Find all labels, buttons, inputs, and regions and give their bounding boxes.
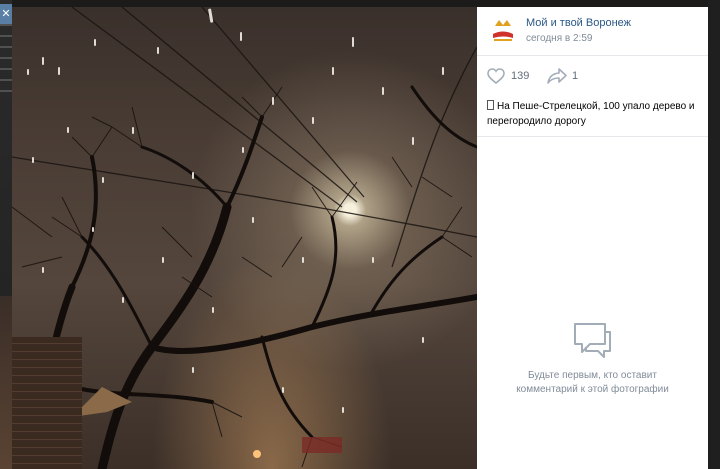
- empty-comments-text-line2: комментарий к этой фотографии: [516, 384, 669, 395]
- backdrop-image-strip: [0, 296, 12, 469]
- post-text-body: На Пеше-Стрелецкой, 100 упало дерево и п…: [487, 101, 695, 127]
- post-header: Мой и твой Воронеж сегодня в 2:59: [477, 7, 708, 56]
- post-actions: 139 1: [477, 56, 708, 96]
- share-count: 1: [572, 70, 579, 82]
- group-avatar[interactable]: [487, 16, 519, 48]
- backdrop: ✕: [0, 0, 12, 469]
- comment-bubble-icon: [574, 323, 611, 358]
- backdrop-page-text: [0, 24, 12, 94]
- close-icon[interactable]: ✕: [0, 4, 12, 24]
- group-name-link[interactable]: Мой и твой Воронеж: [526, 17, 631, 29]
- empty-comments-text-line1: Будьте первым, кто оставит: [528, 370, 657, 381]
- post-text: На Пеше-Стрелецкой, 100 упало дерево и п…: [487, 99, 702, 129]
- backdrop-right: [708, 0, 720, 469]
- post-photo[interactable]: [12, 7, 477, 469]
- share-button[interactable]: 1: [547, 66, 578, 86]
- share-icon: [547, 68, 567, 84]
- post-time[interactable]: сегодня в 2:59: [526, 33, 592, 44]
- like-count: 139: [511, 70, 530, 82]
- like-button[interactable]: 139: [487, 66, 529, 86]
- heart-icon: [487, 68, 505, 84]
- side-panel: Мой и твой Воронеж сегодня в 2:59 139 1 …: [477, 7, 708, 469]
- divider: [477, 136, 708, 137]
- emoji-placeholder-icon: [487, 100, 494, 110]
